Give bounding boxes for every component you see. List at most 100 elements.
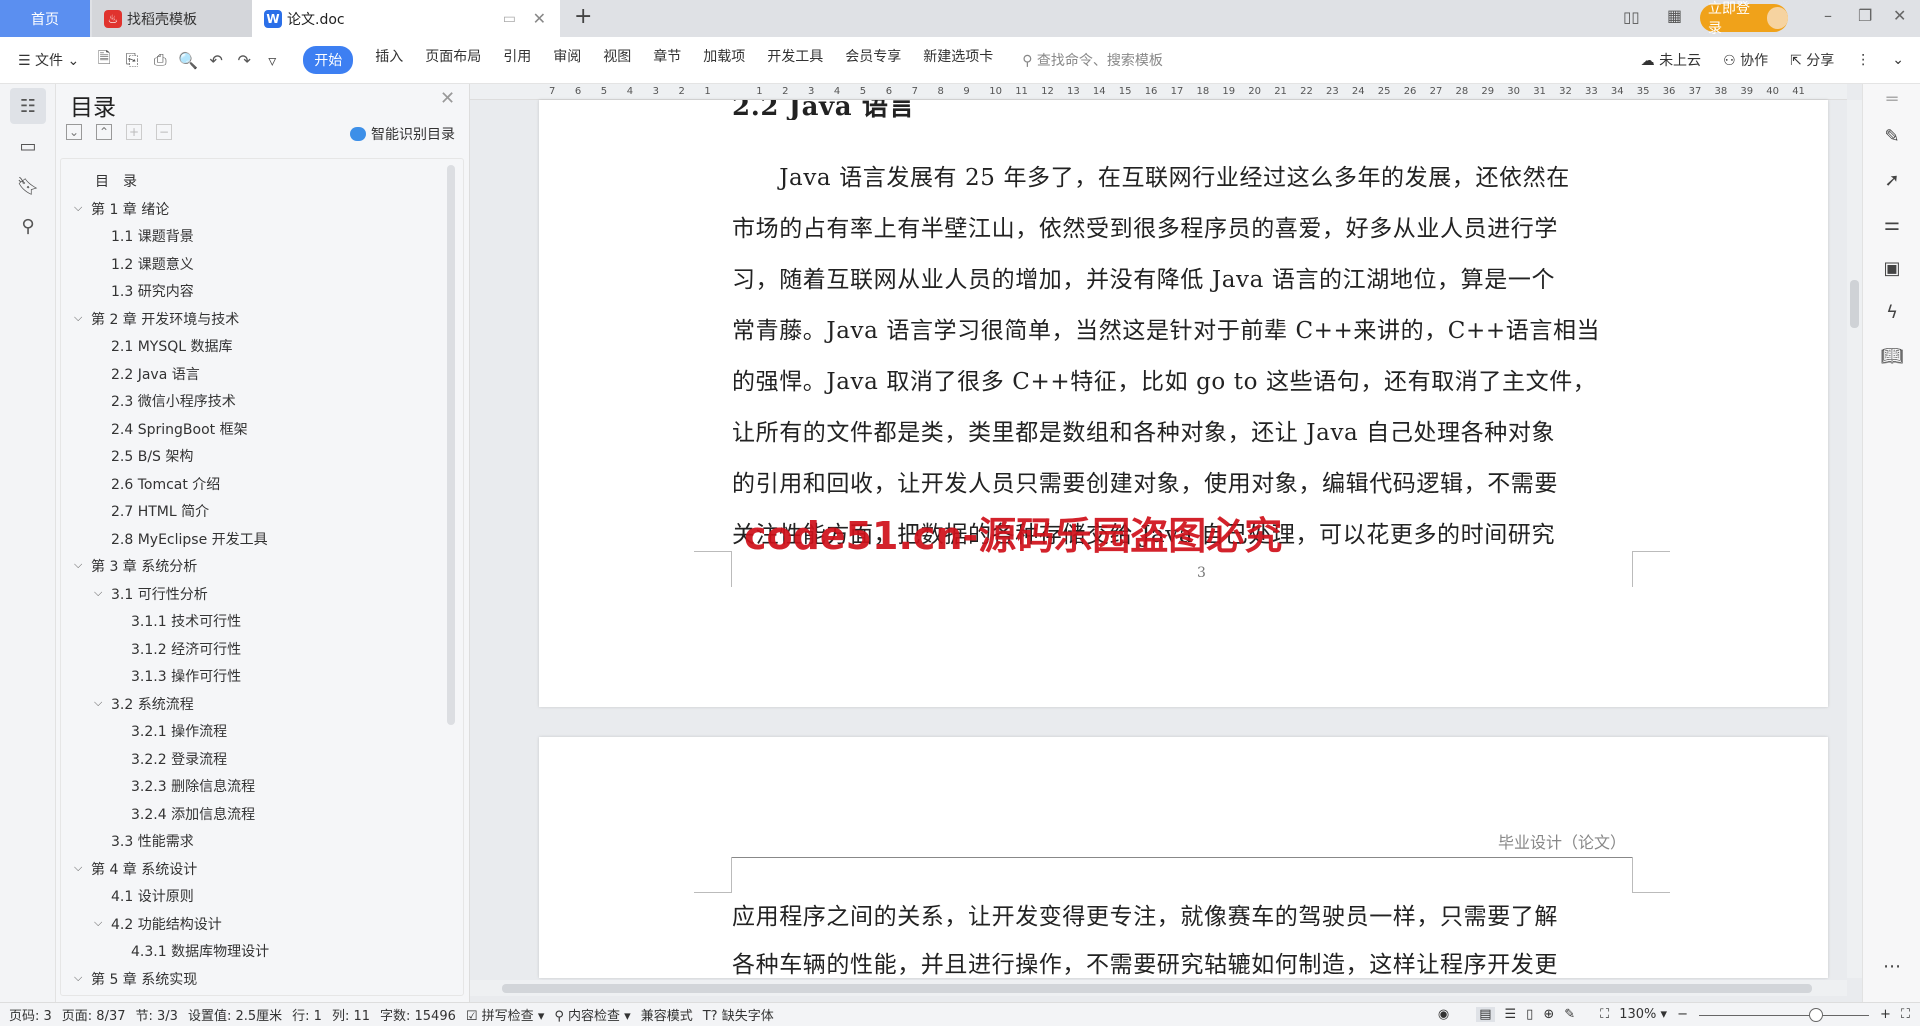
tab-document[interactable]: W 论文.doc ▭ ✕ (252, 0, 560, 37)
cloud-button[interactable]: ☁ 未上云 (1641, 50, 1701, 70)
toc-item[interactable]: 3.1.1 技术可行性 (131, 611, 241, 633)
toc-item[interactable]: 2.1 MYSQL 数据库 (111, 336, 233, 358)
toc-item[interactable]: 4.2 功能结构设计 (111, 914, 222, 936)
file-menu[interactable]: ☰ 文件 ⌄ (18, 50, 79, 70)
tab-templates[interactable]: ♨ 找稻壳模板 (92, 0, 252, 37)
collapse-all-icon[interactable]: ⌃ (96, 124, 112, 140)
toc-item[interactable]: 3.2.3 删除信息流程 (131, 776, 255, 798)
toc-scrollbar[interactable] (447, 165, 455, 725)
eye-protection-icon[interactable]: ◉ (1438, 1007, 1449, 1022)
minimize-button[interactable]: – (1824, 6, 1832, 25)
ribbon-tab[interactable]: 插入 (375, 46, 403, 74)
close-panel-icon[interactable]: ✕ (440, 88, 455, 109)
toc-item[interactable]: 2.8 MyEclipse 开发工具 (111, 529, 268, 551)
close-tab-icon[interactable]: ✕ (533, 9, 546, 28)
close-window-button[interactable]: ✕ (1893, 6, 1906, 25)
expand-all-icon[interactable]: ⌄ (66, 124, 82, 140)
vertical-scroll-thumb[interactable] (1850, 280, 1859, 328)
toc-item[interactable]: 第 2 章 开发环境与技术 (91, 309, 239, 331)
toc-item[interactable]: 2.6 Tomcat 介绍 (111, 474, 220, 496)
zoom-out-button[interactable]: − (1677, 1007, 1688, 1022)
lightning-icon[interactable]: ϟ (1863, 290, 1920, 334)
chevron-down-icon[interactable]: ⌵ (74, 311, 82, 325)
ribbon-tab[interactable]: 加载项 (703, 46, 745, 74)
select-cursor-icon[interactable]: ➚ (1863, 158, 1920, 202)
ribbon-tab[interactable]: 新建选项卡 (923, 46, 993, 74)
share-button[interactable]: ⇱ 分享 (1790, 50, 1834, 70)
zoom-slider-thumb[interactable] (1808, 1007, 1823, 1022)
chevron-down-icon[interactable]: ⌵ (74, 971, 82, 985)
adjust-sliders-icon[interactable]: ⚌ (1863, 202, 1920, 246)
pin-icon[interactable]: ▭ (503, 11, 516, 27)
book-search-icon[interactable]: 📖︎ (1863, 334, 1920, 378)
toc-item[interactable]: 1.1 课题背景 (111, 226, 194, 248)
bookmark-icon[interactable]: 🔖︎ (10, 168, 46, 204)
login-button[interactable]: 立即登录 (1700, 1, 1788, 37)
apps-grid-icon[interactable]: ▦ (1667, 6, 1682, 25)
ribbon-tab[interactable]: 审阅 (553, 46, 581, 74)
ribbon-tab[interactable]: 章节 (653, 46, 681, 74)
new-tab-button[interactable]: + (574, 4, 592, 29)
find-icon[interactable]: ⚲ (10, 208, 46, 244)
toc-item[interactable]: 4.3.1 数据库物理设计 (131, 941, 269, 963)
toc-item[interactable]: 2.5 B/S 架构 (111, 446, 193, 468)
toc-item[interactable]: 3.1.2 经济可行性 (131, 639, 241, 661)
ribbon-tab[interactable]: 会员专享 (845, 46, 901, 74)
ribbon-tab[interactable]: 开始 (303, 46, 354, 74)
navigation-icon[interactable]: ▭ (10, 128, 46, 164)
toc-item[interactable]: 3.1 可行性分析 (111, 584, 208, 606)
content-check-button[interactable]: ⚲ 内容检查 ▾ (554, 1005, 630, 1024)
toc-item[interactable]: 2.4 SpringBoot 框架 (111, 419, 248, 441)
missing-font-button[interactable]: T? 缺失字体 (703, 1005, 774, 1024)
page-view-icon[interactable]: ▤ (1476, 1007, 1495, 1022)
more-tools-icon[interactable]: ⋯ (1863, 944, 1920, 988)
chevron-down-icon[interactable]: ⌵ (94, 696, 102, 710)
redo-icon[interactable]: ↷ (234, 50, 254, 70)
chevron-down-icon[interactable]: ⌵ (94, 916, 102, 930)
write-view-icon[interactable]: ✎ (1564, 1007, 1575, 1022)
chevron-down-icon[interactable]: ⌵ (74, 558, 82, 572)
command-search[interactable]: ⚲ 查找命令、搜索模板 (1022, 50, 1163, 70)
chevron-down-icon[interactable]: ⌵ (74, 201, 82, 215)
chevron-down-icon[interactable]: ⌵ (94, 586, 102, 600)
print-icon[interactable]: ⎙ (150, 50, 170, 70)
chevron-down-icon[interactable]: ⌵ (74, 861, 82, 875)
document-area[interactable]: 2.2 Java 语言 Java 语言发展有 25 年多了，在互联网行业经过这么… (470, 100, 1847, 978)
toc-item[interactable]: 第 1 章 绪论 (91, 199, 169, 221)
ribbon-tab[interactable]: 引用 (503, 46, 531, 74)
customize-icon[interactable]: ▿ (262, 50, 282, 70)
toc-item[interactable]: 第 4 章 系统设计 (91, 859, 197, 881)
promote-icon[interactable]: + (126, 124, 142, 140)
horizontal-scroll-thumb[interactable] (502, 984, 1812, 993)
toc-icon[interactable]: ☷ (10, 88, 46, 124)
ribbon-tab[interactable]: 视图 (603, 46, 631, 74)
horizontal-scrollbar[interactable] (470, 980, 1847, 996)
fit-icon[interactable]: ⛶ (1600, 1007, 1609, 1022)
spell-check-button[interactable]: ☑ 拼写检查 ▾ (466, 1005, 544, 1024)
toc-item[interactable]: 1.3 研究内容 (111, 281, 194, 303)
ribbon-tab[interactable]: 开发工具 (767, 46, 823, 74)
collapse-ribbon-icon[interactable]: ⌄ (1892, 52, 1904, 68)
zoom-level[interactable]: 130% ▾ (1619, 1007, 1667, 1022)
toc-item[interactable]: 3.1.3 操作可行性 (131, 666, 241, 688)
ribbon-tab[interactable]: 页面布局 (425, 46, 481, 74)
toc-item[interactable]: 3.2.4 添加信息流程 (131, 804, 255, 826)
toc-item[interactable]: 1.2 课题意义 (111, 254, 194, 276)
toc-item[interactable]: 3.2 系统流程 (111, 694, 194, 716)
fullscreen-icon[interactable]: ⛶ (1901, 1007, 1910, 1022)
tab-home[interactable]: 首页 (0, 0, 90, 37)
more-icon[interactable]: ⋮ (1856, 52, 1870, 68)
smart-toc-button[interactable]: 智能识别目录 (350, 124, 455, 144)
collab-button[interactable]: ⚇ 协作 (1723, 50, 1768, 70)
toc-item[interactable]: 3.3 性能需求 (111, 831, 194, 853)
toc-item[interactable]: 第 5 章 系统实现 (91, 969, 197, 991)
zoom-slider[interactable] (1698, 1007, 1869, 1022)
layout-icon[interactable]: ▯▯ (1623, 8, 1640, 26)
undo-icon[interactable]: ↶ (206, 50, 226, 70)
pen-icon[interactable]: ✎ (1863, 114, 1920, 158)
toc-item[interactable]: 第 3 章 系统分析 (91, 556, 197, 578)
restore-button[interactable]: ❐ (1858, 6, 1872, 25)
vertical-scrollbar[interactable] (1847, 100, 1862, 978)
web-view-icon[interactable]: ⊕ (1543, 1007, 1554, 1022)
toc-item[interactable]: 2.2 Java 语言 (111, 364, 200, 386)
